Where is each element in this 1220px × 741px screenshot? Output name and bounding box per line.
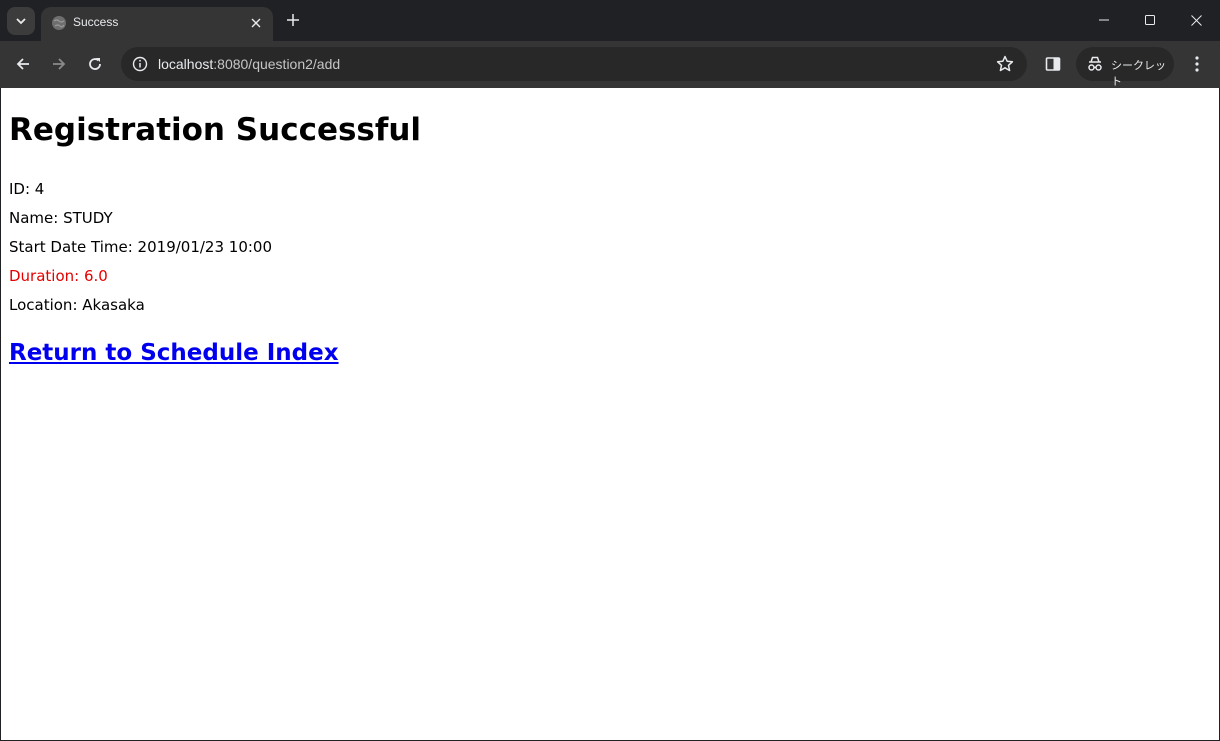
tab-success[interactable]: Success: [41, 7, 273, 41]
tab-title: Success: [73, 15, 119, 29]
plus-icon: [287, 14, 299, 26]
return-to-schedule-index-link[interactable]: Return to Schedule Index: [9, 340, 339, 366]
minimize-icon: [1099, 19, 1109, 21]
incognito-indicator[interactable]: シークレット: [1076, 47, 1174, 88]
tab-search-button[interactable]: [7, 7, 35, 35]
close-icon: [1190, 14, 1202, 26]
arrow-left-icon: [16, 58, 29, 70]
page-title: Registration Successful: [9, 112, 422, 148]
bookmark-button[interactable]: [995, 54, 1015, 74]
close-icon: [251, 18, 261, 28]
more-vert-icon: [1195, 56, 1199, 72]
browser-window: Success localhost:8080/question2/add シーク…: [0, 0, 1220, 741]
side-panel-icon: [1045, 57, 1061, 71]
field-duration: Duration: 6.0: [9, 267, 108, 285]
site-info-button[interactable]: [128, 52, 152, 76]
toolbar: localhost:8080/question2/add シークレット: [0, 41, 1220, 88]
field-location: Location: Akasaka: [9, 296, 145, 314]
new-tab-button[interactable]: [281, 8, 305, 32]
tab-strip: Success: [0, 0, 1220, 41]
chevron-down-icon: [16, 18, 26, 25]
address-bar[interactable]: localhost:8080/question2/add: [121, 47, 1027, 81]
window-close-button[interactable]: [1173, 0, 1219, 40]
field-name: Name: STUDY: [9, 209, 113, 227]
info-icon: [132, 56, 148, 72]
forward-button[interactable]: [45, 50, 73, 78]
field-start-date-time: Start Date Time: 2019/01/23 10:00: [9, 238, 273, 256]
incognito-icon: [1088, 56, 1102, 71]
reload-icon: [89, 58, 101, 70]
maximize-icon: [1145, 15, 1155, 25]
page-content: Registration Successful ID: 4 Name: STUD…: [1, 88, 1219, 740]
maximize-button[interactable]: [1127, 0, 1173, 40]
url-host: localhost: [158, 56, 214, 72]
browser-menu-button[interactable]: [1183, 50, 1211, 78]
side-panel-button[interactable]: [1039, 50, 1067, 78]
field-id: ID: 4: [9, 180, 45, 198]
reload-button[interactable]: [81, 50, 109, 78]
incognito-label: シークレット: [1111, 59, 1166, 88]
globe-icon: [52, 16, 66, 30]
url-path: :8080/question2/add: [213, 56, 341, 72]
minimize-button[interactable]: [1081, 0, 1127, 40]
star-icon: [996, 55, 1014, 72]
arrow-right-icon: [53, 58, 66, 70]
tab-close-button[interactable]: [247, 14, 265, 32]
url-text: localhost:8080/question2/add: [158, 56, 340, 72]
back-button[interactable]: [9, 50, 37, 78]
